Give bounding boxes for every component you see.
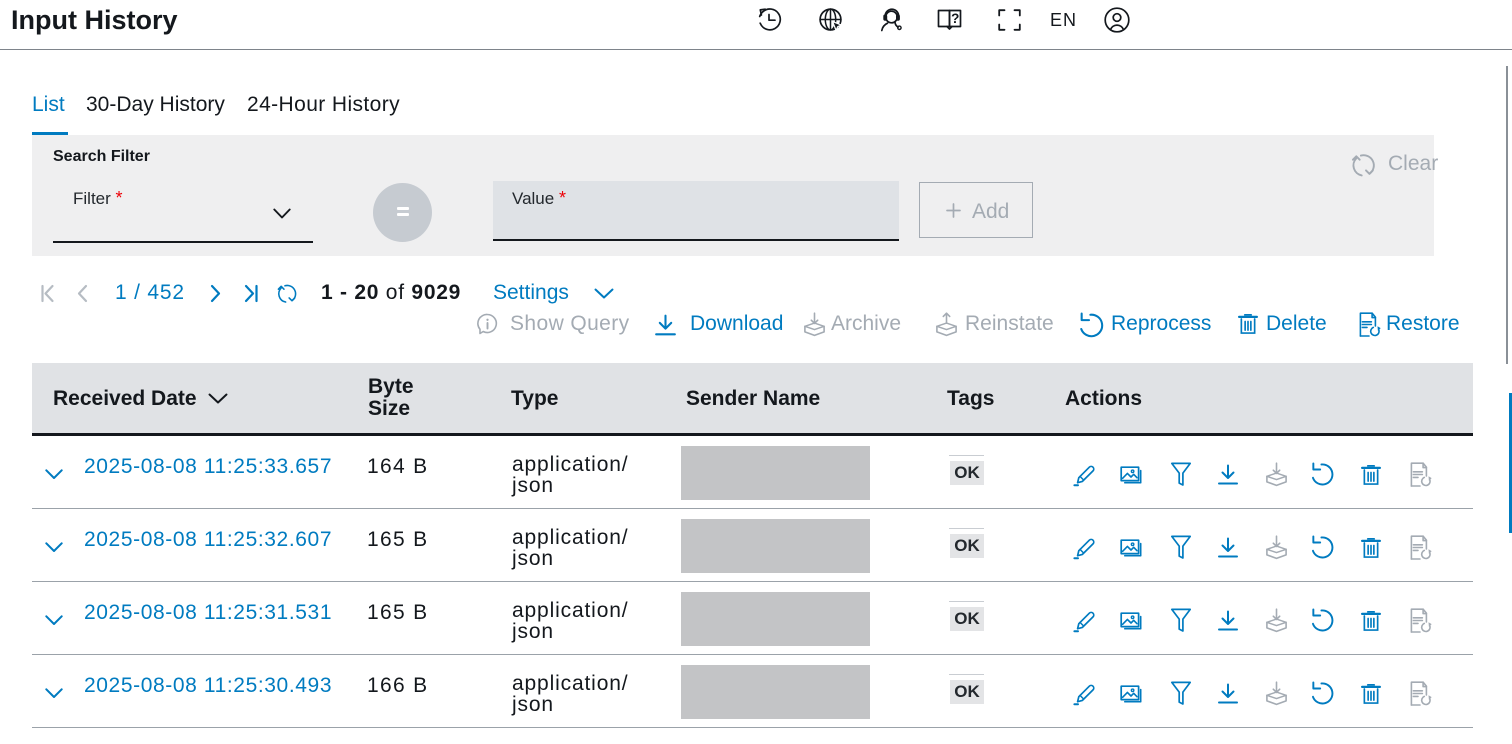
svg-text:?: ?	[951, 11, 959, 26]
